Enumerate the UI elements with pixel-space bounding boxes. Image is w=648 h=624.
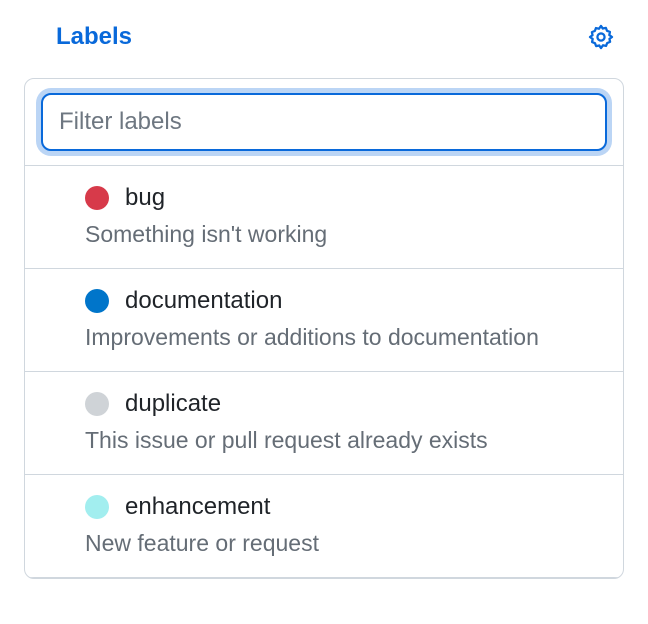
filter-labels-input[interactable] — [41, 93, 607, 151]
gear-icon — [588, 24, 614, 50]
settings-button[interactable] — [584, 20, 618, 54]
list-item[interactable]: duplicate This issue or pull request alr… — [25, 372, 623, 475]
label-description: Improvements or additions to documentati… — [85, 323, 603, 353]
label-name: duplicate — [125, 390, 221, 418]
label-description: Something isn't working — [85, 220, 603, 250]
label-color-swatch — [85, 392, 109, 416]
list-item[interactable]: documentation Improvements or additions … — [25, 269, 623, 372]
labels-heading: Labels — [56, 23, 132, 51]
label-color-swatch — [85, 289, 109, 313]
label-description: New feature or request — [85, 529, 603, 559]
label-color-swatch — [85, 186, 109, 210]
label-name: bug — [125, 184, 165, 212]
label-name: documentation — [125, 287, 282, 315]
label-name: enhancement — [125, 493, 270, 521]
list-item[interactable]: bug Something isn't working — [25, 166, 623, 269]
label-color-swatch — [85, 495, 109, 519]
labels-panel: bug Something isn't working documentatio… — [24, 78, 624, 579]
label-description: This issue or pull request already exist… — [85, 426, 603, 456]
label-list: bug Something isn't working documentatio… — [25, 166, 623, 578]
list-item[interactable]: enhancement New feature or request — [25, 475, 623, 578]
filter-wrap — [25, 79, 623, 166]
